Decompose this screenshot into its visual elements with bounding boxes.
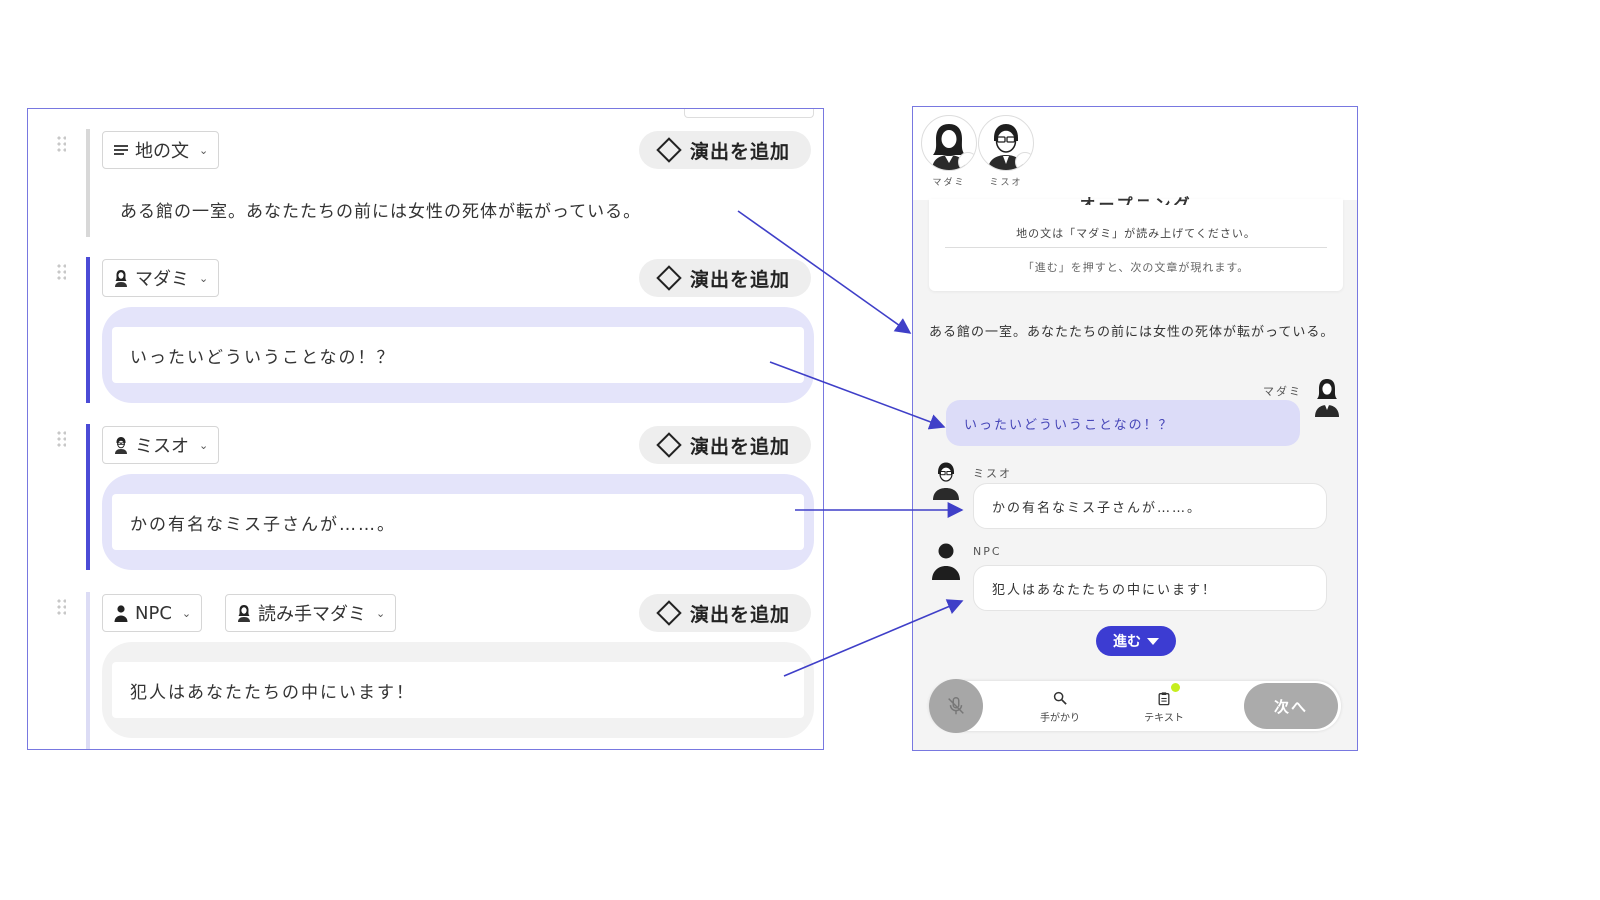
drag-handle-icon[interactable] — [56, 263, 66, 281]
speaker-select-label: 地の文 — [135, 141, 189, 162]
mic-off-icon — [948, 697, 964, 715]
add-effect-label: 演出を追加 — [689, 268, 790, 291]
player-avatar-bar: マダミ ミスオ — [913, 107, 1357, 200]
dialogue-bubble: いったいどういうことなの！？ — [102, 307, 814, 403]
block-bar — [86, 129, 90, 237]
person-silhouette-icon — [114, 605, 128, 622]
chevron-down-icon: ⌄ — [376, 606, 386, 620]
avatar-status-badge — [1015, 152, 1033, 170]
editor-block-narration: 地の文 ⌄ 演出を追加 ある館の一室。あなたたちの前には女性の死体が転がっている… — [28, 129, 823, 239]
editor-block-misuo: ミスオ ⌄ 演出を追加 かの有名なミス子さんが……。 — [28, 424, 823, 574]
lines-icon — [114, 145, 128, 155]
male-glasses-avatar-icon — [933, 462, 959, 500]
bottom-toolbar: 手がかり テキスト 次へ — [929, 679, 1341, 733]
chat-bubble-self: いったいどういうことなの！？ — [946, 400, 1300, 446]
speaker-select-label: マダミ — [135, 269, 189, 290]
player-avatar[interactable]: マダミ — [919, 115, 979, 188]
reader-select-label: 読み手マダミ — [258, 604, 366, 625]
speaker-name: ミスオ — [973, 467, 1012, 480]
block-bar — [86, 424, 90, 570]
chevron-down-icon: ⌄ — [181, 606, 192, 620]
search-icon — [1053, 691, 1067, 705]
add-effect-button[interactable]: 演出を追加 — [639, 426, 811, 464]
advance-button[interactable]: 進む — [1096, 626, 1176, 656]
chevron-down-icon: ⌄ — [199, 143, 209, 157]
preview-narration: ある館の一室。あなたたちの前には女性の死体が転がっている。 — [929, 325, 1335, 340]
add-effect-button[interactable]: 演出を追加 — [639, 594, 811, 632]
diamond-icon — [656, 265, 682, 291]
speaker-name: NPC — [973, 545, 1002, 558]
mic-button[interactable] — [929, 679, 983, 733]
triangle-down-icon — [1147, 637, 1159, 645]
diamond-icon — [656, 432, 682, 458]
speaker-name: マダミ — [1263, 385, 1302, 398]
editor-top-stub — [684, 109, 814, 118]
add-effect-label: 演出を追加 — [689, 140, 790, 163]
speaker-select-label: ミスオ — [135, 436, 189, 457]
speaker-select-label: NPC — [135, 602, 172, 624]
speaker-select-narration[interactable]: 地の文 ⌄ — [102, 131, 220, 169]
phone-preview-panel: マダミ ミスオ オープニング 地の文は「マダミ」が読み上げてください。 「進む」… — [912, 106, 1358, 751]
add-effect-button[interactable]: 演出を追加 — [639, 259, 811, 297]
player-avatar[interactable]: ミスオ — [976, 115, 1036, 188]
next-button[interactable]: 次へ — [1244, 683, 1338, 729]
opening-instruction: 地の文は「マダミ」が読み上げてください。 — [1016, 227, 1256, 240]
avatar — [978, 115, 1034, 171]
editor-block-madami: マダミ ⌄ 演出を追加 いったいどういうことなの！？ — [28, 257, 823, 407]
female-avatar-icon — [238, 605, 250, 622]
avatar-name: ミスオ — [989, 178, 1023, 188]
dialogue-text-input[interactable]: かの有名なミス子さんが……。 — [112, 494, 804, 550]
block-bar — [86, 592, 90, 749]
notification-dot — [1171, 683, 1180, 692]
avatar-name: マダミ — [932, 178, 966, 188]
avatar — [921, 115, 977, 171]
drag-handle-icon[interactable] — [56, 135, 66, 153]
add-effect-label: 演出を追加 — [689, 603, 790, 626]
male-glasses-avatar-icon — [115, 437, 127, 454]
advance-label: 進む — [1113, 634, 1141, 650]
divider — [945, 247, 1327, 248]
female-avatar-icon — [1315, 379, 1339, 417]
diamond-icon — [656, 600, 682, 626]
speaker-select-madami[interactable]: マダミ ⌄ — [102, 259, 220, 297]
text-button[interactable]: テキスト — [1134, 683, 1194, 724]
add-effect-label: 演出を追加 — [689, 435, 790, 458]
opening-card: オープニング 地の文は「マダミ」が読み上げてください。 「進む」を押すと、次の文… — [929, 195, 1343, 291]
reader-select[interactable]: 読み手マダミ ⌄ — [225, 594, 397, 632]
text-label: テキスト — [1144, 713, 1184, 724]
person-silhouette-icon — [932, 543, 960, 580]
clue-button[interactable]: 手がかり — [1030, 689, 1090, 724]
scenario-editor-panel: 地の文 ⌄ 演出を追加 ある館の一室。あなたたちの前には女性の死体が転がっている… — [27, 108, 824, 750]
clue-label: 手がかり — [1040, 713, 1080, 724]
chevron-down-icon: ⌄ — [199, 271, 209, 285]
chevron-down-icon: ⌄ — [199, 438, 209, 452]
drag-handle-icon[interactable] — [56, 598, 66, 616]
block-bar — [86, 257, 90, 403]
narration-text[interactable]: ある館の一室。あなたたちの前には女性の死体が転がっている。 — [120, 197, 641, 222]
dialogue-bubble: 犯人はあなたたちの中にいます！ — [102, 642, 814, 738]
dialogue-text-input[interactable]: 犯人はあなたたちの中にいます！ — [112, 662, 804, 718]
speaker-select-npc[interactable]: NPC ⌄ — [102, 594, 203, 632]
editor-block-npc: NPC ⌄ 読み手マダミ ⌄ 演出を追加 犯人はあなたたちの中にいます！ — [28, 592, 823, 749]
add-effect-button[interactable]: 演出を追加 — [639, 131, 811, 169]
dialogue-text-input[interactable]: いったいどういうことなの！？ — [112, 327, 804, 383]
clipboard-icon — [1158, 691, 1170, 705]
diamond-icon — [656, 137, 682, 163]
chat-bubble-other: 犯人はあなたたちの中にいます！ — [973, 565, 1327, 611]
drag-handle-icon[interactable] — [56, 430, 66, 448]
female-avatar-icon — [115, 270, 127, 287]
dialogue-bubble: かの有名なミス子さんが……。 — [102, 474, 814, 570]
avatar-status-badge — [958, 152, 976, 170]
opening-title: オープニング — [1079, 195, 1193, 205]
opening-hint: 「進む」を押すと、次の文章が現れます。 — [1022, 261, 1250, 274]
chat-bubble-other: かの有名なミス子さんが……。 — [973, 483, 1327, 529]
speaker-select-misuo[interactable]: ミスオ ⌄ — [102, 426, 220, 464]
